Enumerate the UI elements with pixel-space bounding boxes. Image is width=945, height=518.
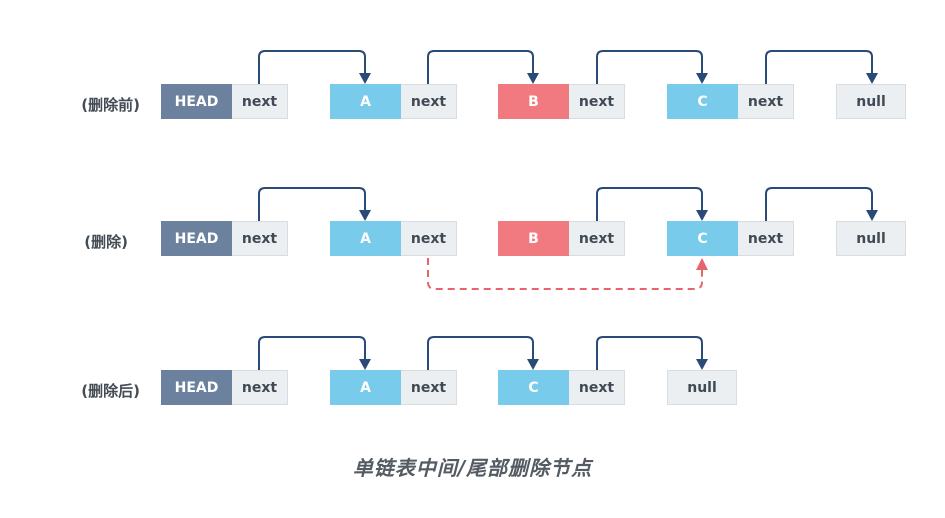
head-node: HEAD <box>161 221 232 256</box>
node-c: C <box>667 221 738 256</box>
next-pointer: next <box>232 221 288 256</box>
arrowhead <box>359 359 371 370</box>
next-pointer: next <box>738 221 794 256</box>
link-c-to-null <box>765 50 873 84</box>
next-pointer: next <box>738 84 794 119</box>
row-label-deleting: (删除) <box>84 233 128 251</box>
arrowhead <box>527 359 539 370</box>
link-a-to-c <box>427 336 534 370</box>
arrowhead <box>696 210 708 221</box>
row-label-before: (删除前) <box>81 96 140 114</box>
node-a: A <box>330 221 401 256</box>
row-label-after: (删除后) <box>81 382 140 400</box>
link-c-to-null <box>596 336 703 370</box>
next-pointer: next <box>401 84 457 119</box>
node-b-deleted: B <box>498 221 569 256</box>
link-head-to-a <box>258 187 366 221</box>
null-node: null <box>836 221 906 256</box>
node-c: C <box>667 84 738 119</box>
node-a: A <box>330 84 401 119</box>
node-c: C <box>498 370 569 405</box>
arrowhead-red <box>696 258 708 270</box>
null-node: null <box>667 370 737 405</box>
node-b: B <box>498 84 569 119</box>
arrowhead <box>527 73 539 84</box>
arrowhead <box>359 73 371 84</box>
head-node: HEAD <box>161 370 232 405</box>
diagram-caption: 单链表中间/尾部删除节点 <box>352 456 593 480</box>
new-link-a-to-c <box>427 258 703 290</box>
link-c-to-null <box>765 187 873 221</box>
arrowhead <box>866 73 878 84</box>
link-head-to-a <box>258 336 366 370</box>
next-pointer: next <box>401 370 457 405</box>
link-a-to-b <box>427 50 534 84</box>
diagram-canvas <box>258 50 878 370</box>
next-pointer: next <box>232 370 288 405</box>
arrowhead <box>359 210 371 221</box>
next-pointer: next <box>232 84 288 119</box>
node-a: A <box>330 370 401 405</box>
next-pointer: next <box>401 221 457 256</box>
row-after-links <box>258 336 708 370</box>
row-before-links <box>258 50 878 84</box>
link-head-to-a <box>258 50 366 84</box>
next-pointer: next <box>569 221 625 256</box>
link-b-to-c <box>596 187 703 221</box>
arrowhead <box>696 359 708 370</box>
head-node: HEAD <box>161 84 232 119</box>
null-node: null <box>836 84 906 119</box>
link-b-to-c <box>596 50 703 84</box>
arrowhead <box>866 210 878 221</box>
next-pointer: next <box>569 370 625 405</box>
arrowhead <box>696 73 708 84</box>
next-pointer: next <box>569 84 625 119</box>
